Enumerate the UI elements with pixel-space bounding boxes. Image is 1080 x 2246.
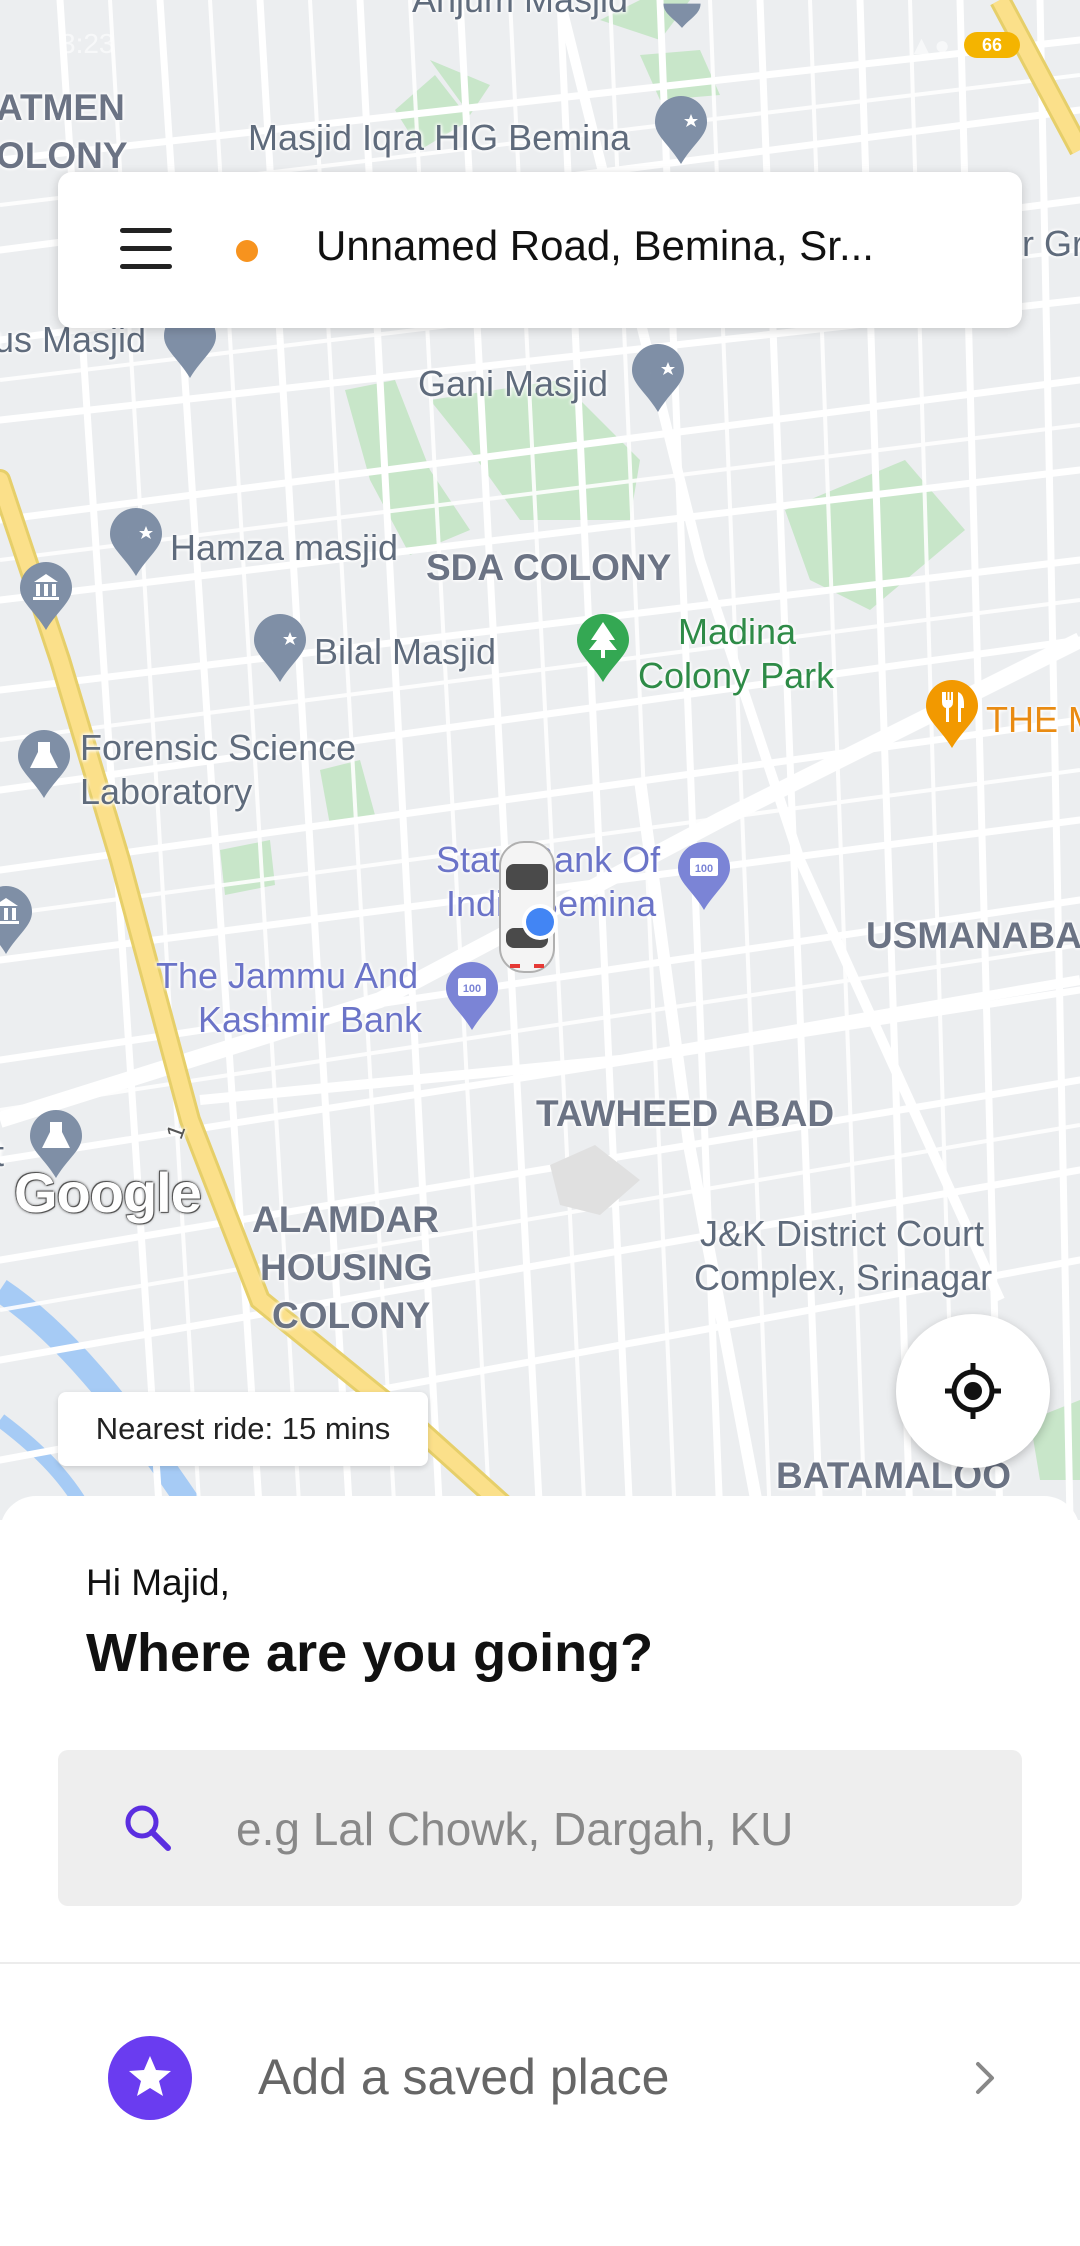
lab-pin-icon[interactable]	[16, 730, 72, 800]
mosque-pin-icon[interactable]	[108, 508, 164, 578]
pickup-address[interactable]: Unnamed Road, Bemina, Sr...	[316, 222, 874, 270]
pickup-address-bar[interactable]: Unnamed Road, Bemina, Sr...	[58, 172, 1022, 328]
svg-text:100: 100	[463, 983, 481, 995]
map-label-usmanabad: USMANABAD	[866, 915, 1080, 956]
map-label-gani-masjid: Gani Masjid	[418, 363, 609, 404]
destination-search-input[interactable]	[234, 1790, 978, 1868]
map-label-madina-park-2: Colony Park	[638, 655, 835, 696]
map-label-court-2: Complex, Srinagar	[694, 1257, 993, 1298]
svg-text:100: 100	[695, 863, 713, 875]
map-label-madina-park: Madina	[678, 611, 797, 652]
map-label-alamdar: ALAMDAR	[252, 1199, 440, 1240]
my-location-icon	[522, 904, 558, 940]
chevron-right-icon	[976, 2062, 994, 2094]
add-saved-place-row[interactable]: Add a saved place	[0, 1964, 1080, 2184]
status-bar: 3:23 ▲● 66	[0, 0, 1080, 70]
destination-search-box[interactable]	[58, 1750, 1022, 1906]
recenter-button[interactable]	[896, 1314, 1050, 1468]
map-label-r-gri: r Gri	[1022, 223, 1080, 264]
restaurant-pin-icon[interactable]	[924, 680, 980, 750]
museum-pin-icon[interactable]	[0, 886, 34, 956]
map-label-alamdar-3: COLONY	[272, 1295, 431, 1336]
map-label-tawheed-abad: TAWHEED ABAD	[536, 1093, 835, 1134]
bank-pin-icon[interactable]: 100	[444, 962, 500, 1032]
map-label-hamza-masjid: Hamza masjid	[170, 527, 399, 568]
signal-wifi-icon: ▲●	[908, 30, 950, 60]
star-icon	[108, 2036, 192, 2120]
greeting: Hi Majid,	[86, 1562, 230, 1603]
bottom-sheet: Hi Majid, Where are you going? Add a sav…	[0, 1496, 1080, 2246]
map-label-the-m: THE M	[986, 699, 1080, 740]
map-label-masjid-iqra: Masjid Iqra HIG Bemina	[248, 117, 631, 158]
destination-prompt: Where are you going?	[86, 1623, 654, 1683]
map-label-sda-colony: SDA COLONY	[426, 547, 672, 588]
mosque-pin-icon[interactable]	[653, 96, 709, 166]
park-pin-icon[interactable]	[575, 614, 631, 684]
origin-dot-icon	[236, 240, 258, 262]
status-time: 3:23	[60, 28, 115, 59]
mosque-pin-icon[interactable]	[630, 344, 686, 414]
map-label-jk-bank: The Jammu And	[156, 955, 419, 996]
museum-pin-icon[interactable]	[18, 562, 74, 632]
menu-icon[interactable]	[120, 228, 172, 270]
map-label-jk-bank-2: Kashmir Bank	[198, 999, 423, 1040]
map-label-alamdar-2: HOUSING	[260, 1247, 433, 1288]
map-label-atmen: ATMEN	[0, 87, 125, 128]
battery-icon: 66	[964, 32, 1020, 58]
search-icon	[125, 1805, 171, 1851]
crosshair-icon	[945, 1363, 1001, 1419]
map-label-forensic: Forensic Science	[80, 727, 357, 768]
mosque-pin-icon[interactable]	[252, 614, 308, 684]
nearest-ride-badge: Nearest ride: 15 mins	[58, 1392, 428, 1466]
add-saved-place-label: Add a saved place	[258, 2049, 670, 2105]
google-logo: Google	[14, 1161, 202, 1224]
bank-pin-icon[interactable]: 100	[676, 842, 732, 912]
map-label-bilal-masjid: Bilal Masjid	[314, 631, 497, 672]
map-label-court: J&K District Court	[700, 1213, 985, 1254]
map-label-forensic-2: Laboratory	[80, 771, 253, 812]
map-label-t: t	[0, 1132, 4, 1176]
